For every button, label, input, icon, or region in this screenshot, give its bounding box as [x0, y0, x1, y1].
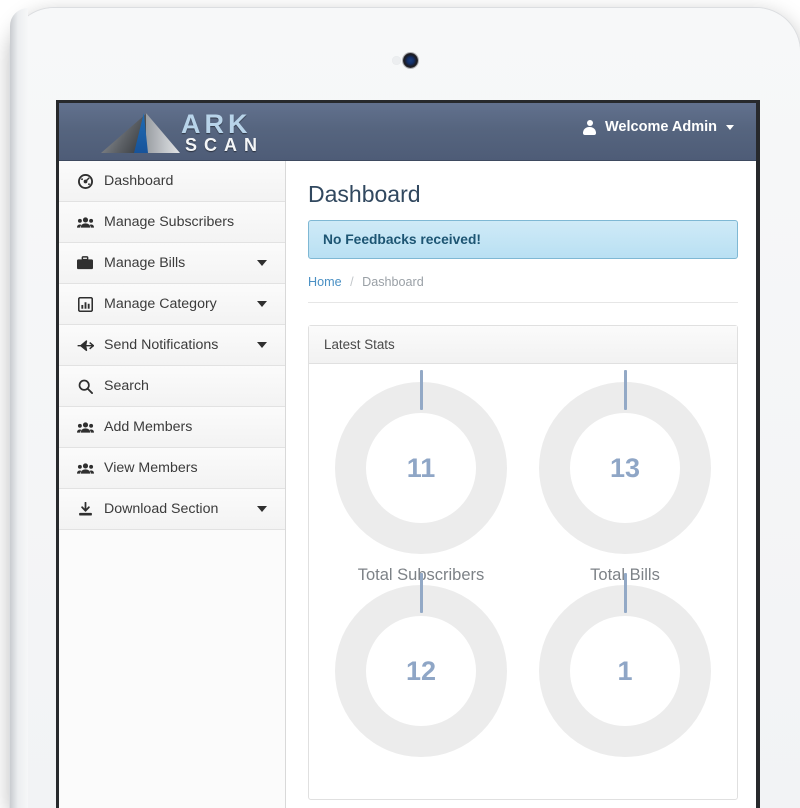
sidebar-item-label: Send Notifications	[104, 337, 219, 353]
gauge-tick-icon	[419, 573, 423, 613]
panel-title: Latest Stats	[324, 337, 395, 352]
page-title: Dashboard	[308, 181, 421, 207]
chevron-down-icon	[257, 342, 267, 348]
tablet-device-frame: ARK SCAN Welcome Admin Dashboard Manage …	[10, 8, 800, 808]
sidebar-item-add-members[interactable]: Add Members	[59, 407, 285, 448]
donut-chart-total-subscribers: 11	[335, 370, 507, 554]
donut-hole: 12	[366, 616, 476, 726]
sidebar-item-label: Dashboard	[104, 173, 174, 189]
breadcrumb-home-link[interactable]: Home	[308, 275, 342, 289]
stats-row-top: 11 Total Subscribers 13 Total Bills	[319, 370, 727, 585]
gauge-tick-icon	[623, 573, 627, 613]
gauge-tick-icon	[419, 370, 423, 410]
screenshot-scene: ARK SCAN Welcome Admin Dashboard Manage …	[0, 0, 800, 808]
feedback-alert: No Feedbacks received!	[308, 220, 738, 259]
app-viewport: ARK SCAN Welcome Admin Dashboard Manage …	[56, 100, 760, 808]
breadcrumb-current: Dashboard	[362, 275, 424, 289]
panel-header: Latest Stats	[309, 326, 737, 364]
camera-lens-icon	[403, 53, 418, 68]
gauge-tick-icon	[623, 370, 627, 410]
sidebar-item-label: Add Members	[104, 419, 193, 435]
user-icon	[583, 119, 596, 135]
sidebar-item-search[interactable]: Search	[59, 366, 285, 407]
chevron-down-icon	[257, 260, 267, 266]
sidebar-item-label: Download Section	[104, 501, 219, 517]
app-body: Dashboard Manage Subscribers Manage Bill…	[59, 161, 756, 808]
sidebar-item-download-section[interactable]: Download Section	[59, 489, 285, 530]
stat-third: 12	[319, 573, 523, 789]
paper-plane-icon	[75, 339, 95, 352]
sidebar-item-label: Search	[104, 378, 149, 394]
donut-chart-third: 12	[335, 573, 507, 757]
sidebar-item-send-notifications[interactable]: Send Notifications	[59, 325, 285, 366]
caret-down-icon	[726, 124, 734, 130]
sidebar-item-label: Manage Bills	[104, 255, 186, 271]
users-icon	[75, 462, 95, 475]
breadcrumb: Home / Dashboard	[308, 275, 738, 303]
sidebar-item-label: Manage Category	[104, 296, 217, 312]
brand-logo[interactable]: ARK SCAN	[89, 105, 279, 159]
donut-chart-total-bills: 13	[539, 370, 711, 554]
donut-chart-fourth: 1	[539, 573, 711, 757]
sidebar-item-manage-category[interactable]: Manage Category	[59, 284, 285, 325]
latest-stats-panel: Latest Stats 11 Total Subscribers 13 Tot…	[308, 325, 738, 800]
main-content: Dashboard No Feedbacks received! Home / …	[286, 161, 756, 808]
donut-hole: 11	[366, 413, 476, 523]
sidebar-item-manage-subscribers[interactable]: Manage Subscribers	[59, 202, 285, 243]
sidebar-item-label: Manage Subscribers	[104, 214, 235, 230]
light-sensor-icon	[392, 56, 401, 65]
stat-total-subscribers: 11 Total Subscribers	[319, 370, 523, 585]
search-icon	[75, 379, 95, 394]
pyramid-logo-right-face-icon	[146, 113, 180, 153]
sidebar-item-dashboard[interactable]: Dashboard	[59, 161, 285, 202]
donut-value: 13	[609, 452, 641, 483]
panel-body: 11 Total Subscribers 13 Total Bills 12 1	[309, 364, 737, 799]
user-menu-button[interactable]: Welcome Admin	[583, 119, 734, 135]
stats-row-bottom: 12 1	[319, 573, 727, 789]
donut-hole: 1	[570, 616, 680, 726]
stat-fourth: 1	[523, 573, 727, 789]
sidebar-item-manage-bills[interactable]: Manage Bills	[59, 243, 285, 284]
chevron-down-icon	[257, 301, 267, 307]
stat-total-bills: 13 Total Bills	[523, 370, 727, 585]
donut-value: 12	[405, 655, 437, 686]
donut-hole: 13	[570, 413, 680, 523]
top-navigation-bar: ARK SCAN Welcome Admin	[59, 103, 756, 161]
briefcase-icon	[75, 256, 95, 270]
bar-chart-icon	[75, 296, 95, 312]
sidebar-item-label: View Members	[104, 460, 198, 476]
sidebar-filler	[59, 530, 285, 808]
alert-text: No Feedbacks received!	[323, 232, 481, 247]
users-icon	[75, 421, 95, 434]
user-menu-label: Welcome Admin	[605, 119, 717, 135]
sidebar-navigation: Dashboard Manage Subscribers Manage Bill…	[59, 161, 286, 808]
users-icon	[75, 216, 95, 229]
breadcrumb-separator: /	[350, 275, 354, 289]
chevron-down-icon	[257, 506, 267, 512]
brand-secondary-text: SCAN	[185, 135, 265, 155]
donut-value: 1	[617, 655, 633, 686]
dashboard-icon	[75, 173, 95, 189]
sidebar-item-view-members[interactable]: View Members	[59, 448, 285, 489]
donut-value: 11	[406, 452, 436, 483]
download-icon	[75, 501, 95, 517]
